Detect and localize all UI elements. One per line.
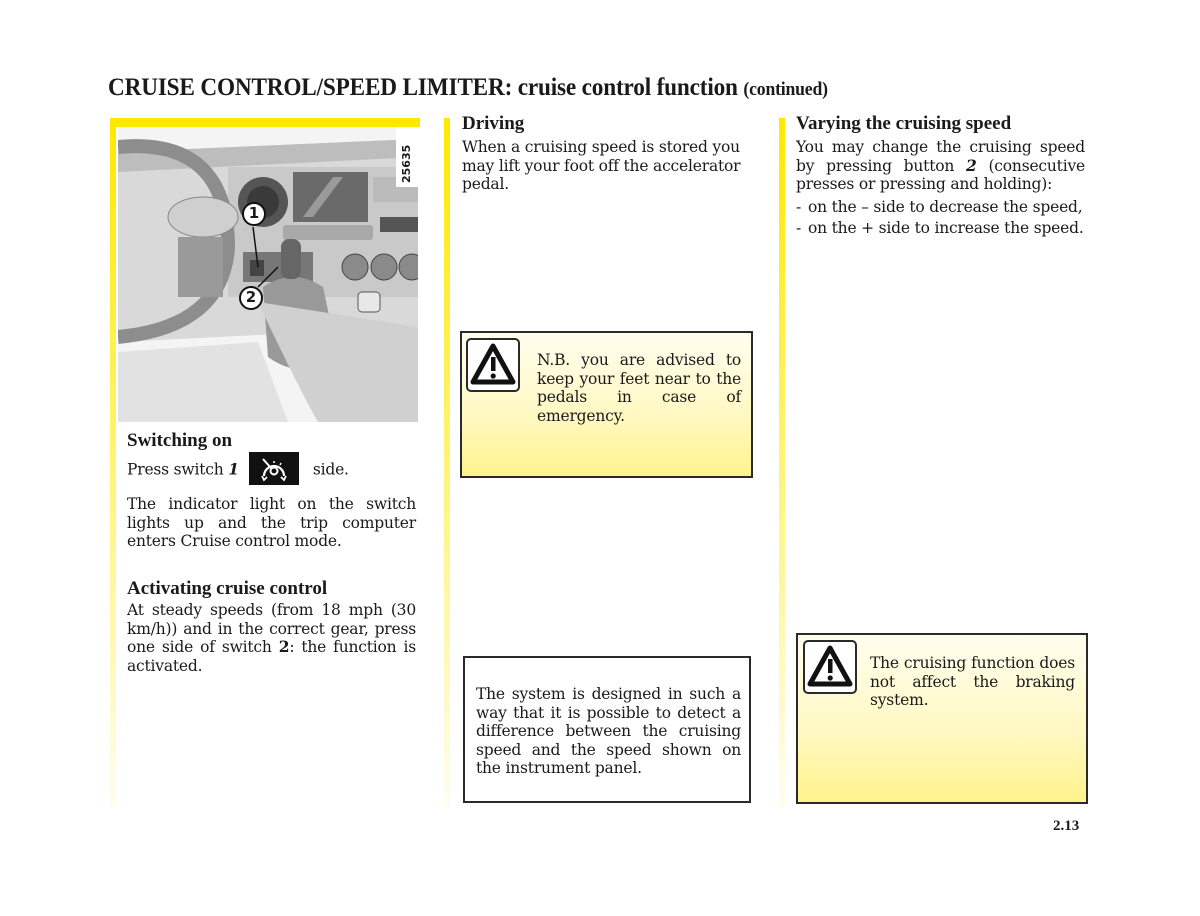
warning-triangle-icon [803, 640, 857, 694]
callout-1: 1 [248, 204, 260, 222]
section-driving: Driving When a cruising speed is stored … [462, 113, 752, 194]
page-number: 2.13 [1053, 818, 1080, 834]
page-title-main: CRUISE CONTROL/SPEED LIMITER: cruise con… [108, 74, 738, 101]
section-activating: Activating cruise control At steady spee… [127, 578, 416, 675]
column1-accent-bar-top [110, 118, 420, 127]
warning-braking-text: The cruising function does not affect th… [870, 654, 1075, 709]
instruction-prefix: Press switch [127, 460, 229, 479]
column1-accent-bar [110, 118, 116, 808]
driving-body: When a cruising speed is stored you may … [462, 138, 741, 193]
button-number: 2 [966, 155, 977, 175]
warning-box-braking: The cruising function does not affect th… [796, 633, 1088, 804]
column2-accent-bar [444, 118, 450, 808]
switch-number: 2 [278, 637, 290, 656]
callout-2: 2 [245, 288, 257, 306]
list-item-increase: on the + side to increase the speed. [796, 219, 1085, 238]
list-item-decrease: on the – side to decrease the speed, [796, 198, 1085, 217]
dashboard-illustration: 1 2 25635 [118, 127, 418, 422]
note-speed-difference-text: The system is designed in such a way tha… [476, 685, 741, 777]
heading-varying-cruising-speed: Varying the cruising speed [796, 113, 1012, 134]
note-box-speed-difference: The system is designed in such a way tha… [463, 656, 751, 803]
column3-accent-bar [779, 118, 785, 808]
heading-activating-cruise-control: Activating cruise control [127, 578, 328, 599]
page-title: CRUISE CONTROL/SPEED LIMITER: cruise con… [108, 74, 828, 102]
page-title-continued: (continued) [743, 79, 828, 100]
varying-body: You may change the cruising speed by pre… [796, 138, 1085, 194]
heading-switching-on: Switching on [127, 430, 233, 451]
switching-on-body: The indicator light on the switch lights… [127, 495, 416, 550]
warning-box-feet: N.B. you are advised to keep your feet n… [460, 331, 753, 478]
dashboard-drawing [118, 127, 418, 422]
instruction-suffix: side. [312, 460, 349, 479]
switch-number: 1 [228, 459, 239, 479]
section-varying-speed: Varying the cruising speed You may chang… [796, 113, 1085, 241]
figure-reference-code: 25635 [400, 144, 413, 183]
switching-on-instruction: Press switch 1 side. [127, 452, 416, 487]
activating-body: At steady speeds (from 18 mph (30 km/h))… [127, 601, 416, 675]
warning-triangle-icon [466, 338, 520, 392]
speed-adjust-list: on the – side to decrease the speed, on … [796, 198, 1085, 238]
figure-reference: 25635 [396, 127, 418, 187]
warning-feet-text: N.B. you are advised to keep your feet n… [537, 351, 741, 425]
section-switching-on: Switching on Press switch 1 side. The in… [127, 430, 416, 551]
cruise-control-speedometer-icon [248, 452, 299, 485]
heading-driving: Driving [462, 113, 525, 134]
